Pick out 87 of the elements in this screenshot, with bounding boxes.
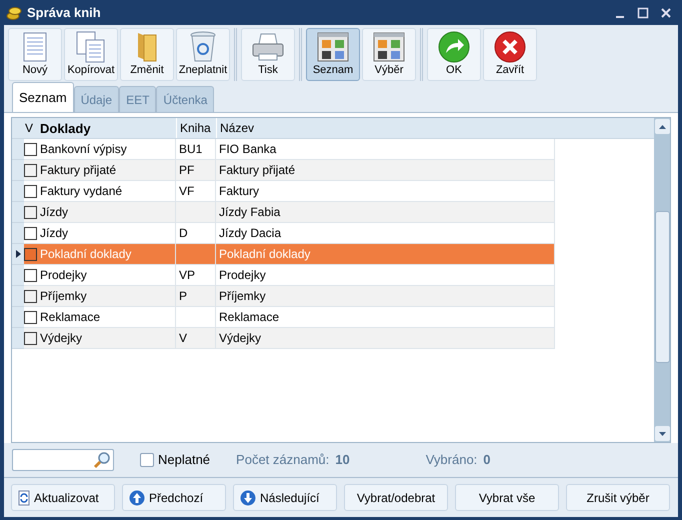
- table-cell: Jízdy Fabia: [216, 202, 555, 223]
- table-cell: BU1: [176, 139, 216, 160]
- table-cell: Faktury vydané: [37, 181, 176, 202]
- maximize-icon[interactable]: [637, 6, 649, 18]
- folder-icon: [136, 30, 158, 62]
- table-cell: Faktury přijaté: [37, 160, 176, 181]
- close-icon[interactable]: [660, 6, 672, 18]
- table-cell: Jízdy: [37, 202, 176, 223]
- row-checkbox[interactable]: [24, 164, 37, 176]
- document-icon: [23, 32, 47, 62]
- table-cell: Jízdy: [37, 223, 176, 244]
- close-icon: [494, 30, 526, 62]
- window-grid-icon: [317, 32, 349, 62]
- selected-label: Vybráno:: [426, 451, 478, 470]
- action-button[interactable]: Zrušit výběr: [566, 484, 670, 511]
- toolbar-button[interactable]: Výběr: [362, 28, 416, 81]
- row-checkbox[interactable]: [24, 290, 37, 302]
- table-cell: Bankovní výpisy: [37, 139, 176, 160]
- row-checkbox[interactable]: [24, 184, 37, 198]
- table-cell: Příjemky: [37, 286, 176, 307]
- search-field[interactable]: [12, 449, 114, 471]
- toolbar-button[interactable]: Seznam: [306, 28, 360, 81]
- documents-icon: [76, 30, 106, 62]
- table-cell: FIO Banka: [216, 139, 555, 160]
- row-checkbox[interactable]: [24, 310, 37, 324]
- table-cell: [176, 244, 216, 265]
- table-cell: PF: [176, 160, 216, 181]
- window-grid-icon: [373, 32, 405, 62]
- toolbar-button[interactable]: Tisk: [241, 28, 295, 81]
- action-button[interactable]: Vybrat/odebrat: [344, 484, 448, 511]
- table-cell: [176, 307, 216, 328]
- tab[interactable]: Seznam: [12, 82, 74, 112]
- table-cell: Pokladní doklady: [37, 244, 176, 265]
- table-cell: Reklamace: [37, 307, 176, 328]
- toolbar-button[interactable]: Nový: [8, 28, 62, 81]
- scroll-down-icon[interactable]: [658, 432, 666, 436]
- row-checkbox[interactable]: [24, 332, 37, 344]
- action-button[interactable]: Vybrat vše: [455, 484, 559, 511]
- table-cell: Výdejky: [37, 328, 176, 349]
- action-button[interactable]: Následující: [233, 484, 337, 511]
- row-checkbox[interactable]: [24, 142, 37, 156]
- checkbox-label: Neplatné: [158, 451, 210, 470]
- table-cell: Prodejky: [216, 265, 555, 286]
- row-header[interactable]: [12, 244, 24, 265]
- toolbar-button[interactable]: Změnit: [120, 28, 174, 81]
- table-cell: [176, 202, 216, 223]
- table-cell: Příjemky: [216, 286, 555, 307]
- row-checkbox[interactable]: [24, 248, 37, 260]
- selected-value: 0: [483, 451, 491, 470]
- scroll-up-icon[interactable]: [658, 124, 666, 128]
- row-checkbox[interactable]: [24, 268, 37, 282]
- column-header: Doklady: [39, 120, 92, 138]
- action-button[interactable]: Předchozí: [122, 484, 226, 511]
- search-icon: [93, 451, 111, 469]
- table-cell: VF: [176, 181, 216, 202]
- row-checkbox[interactable]: [24, 226, 37, 240]
- toolbar-button[interactable]: Kopírovat: [64, 28, 118, 81]
- table-cell: Faktury přijaté: [216, 160, 555, 181]
- refresh-icon: [18, 490, 30, 506]
- column-header: Kniha: [176, 118, 216, 138]
- scrollbar[interactable]: [654, 118, 670, 442]
- window-title: Správa knih: [27, 4, 102, 22]
- toolbar-button[interactable]: Zavřít: [483, 28, 537, 81]
- printer-icon: [251, 32, 285, 62]
- action-button[interactable]: Aktualizovat: [11, 484, 115, 511]
- row-checkbox[interactable]: [24, 206, 37, 218]
- count-label: Počet záznamů:: [236, 451, 330, 470]
- toolbar-button[interactable]: Zneplatnit: [176, 28, 230, 81]
- invalid-checkbox[interactable]: [140, 453, 154, 467]
- table-cell: VP: [176, 265, 216, 286]
- table-cell: Faktury: [216, 181, 555, 202]
- table-cell: P: [176, 286, 216, 307]
- count-value: 10: [335, 451, 350, 470]
- coins-icon: [6, 4, 22, 20]
- table-cell: D: [176, 223, 216, 244]
- table-cell: Jízdy Dacia: [216, 223, 555, 244]
- toolbar-button[interactable]: OK: [427, 28, 481, 81]
- recycle-bin-icon: [190, 30, 216, 62]
- table-cell: Reklamace: [216, 307, 555, 328]
- table-cell: Výdejky: [216, 328, 555, 349]
- row-pointer-icon: [16, 250, 20, 258]
- table-cell: Pokladní doklady: [216, 244, 555, 265]
- table-cell: Prodejky: [37, 265, 176, 286]
- column-header: Název: [216, 118, 555, 138]
- arrow-circle-icon: [438, 30, 470, 62]
- table-cell: V: [176, 328, 216, 349]
- column-header: V: [24, 120, 34, 137]
